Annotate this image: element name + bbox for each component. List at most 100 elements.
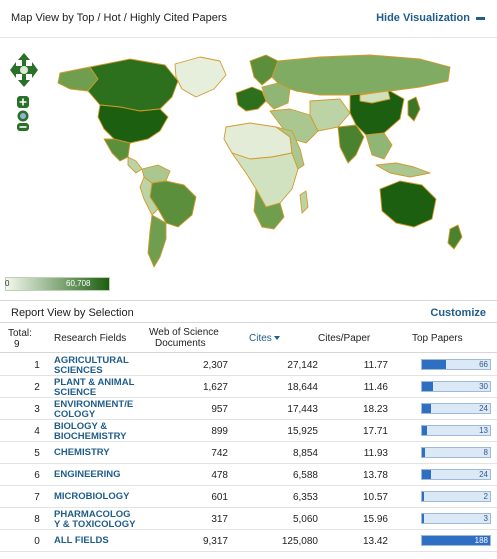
table-row: 4 BIOLOGY & BIOCHEMISTRY 899 15,925 17.71 13: [0, 420, 497, 442]
country-scandinavia: [249, 54, 279, 86]
table-row: 1 AGRICULTURAL SCIENCES 2,307 27,142 11.77 66: [0, 354, 497, 376]
top-papers-value[interactable]: 30: [479, 382, 488, 391]
table-row: 3 ENVIRONMENT/E COLOGY 957 17,443 18.23 24: [0, 398, 497, 420]
top-papers-bar-fill: [422, 404, 431, 413]
top-papers-bar-fill: [422, 514, 424, 523]
top-papers-bar[interactable]: 3: [421, 513, 491, 524]
cites-per-paper: 15.96: [362, 514, 388, 525]
top-papers-value[interactable]: 13: [479, 426, 488, 435]
research-field-line1[interactable]: ENGINEERING: [54, 470, 142, 480]
top-papers-bar[interactable]: 24: [421, 403, 491, 414]
research-field-link[interactable]: PHARMACOLOG Y & TOXICOLOGY: [54, 510, 142, 529]
country-mexico: [103, 138, 131, 162]
cites-per-paper: 11.93: [363, 448, 388, 459]
row-number: 0: [34, 536, 40, 547]
header-cites-sort[interactable]: Cites: [249, 333, 280, 344]
zoom-slider-handle[interactable]: [17, 110, 29, 122]
customize-link[interactable]: Customize: [430, 307, 486, 319]
top-papers-bar[interactable]: 66: [421, 359, 491, 370]
hide-visualization-link[interactable]: Hide Visualization: [376, 12, 485, 24]
top-papers-value[interactable]: 24: [479, 404, 488, 413]
research-field-line2[interactable]: COLOGY: [54, 409, 142, 420]
cites-count: 27,142: [287, 360, 318, 371]
research-field-line1[interactable]: CHEMISTRY: [54, 448, 142, 458]
row-number: 6: [34, 470, 40, 481]
research-field-link[interactable]: ALL FIELDS: [54, 536, 142, 546]
top-papers-bar[interactable]: 30: [421, 381, 491, 392]
documents-count: 899: [211, 426, 228, 437]
top-papers-bar-fill: [422, 382, 433, 391]
cites-count: 6,353: [292, 492, 318, 503]
documents-count: 957: [211, 404, 228, 415]
header-top-papers: Top Papers: [412, 333, 463, 344]
row-number: 3: [34, 404, 40, 415]
row-number: 7: [34, 492, 40, 503]
zoom-in-button[interactable]: [17, 96, 29, 108]
top-papers-bar[interactable]: 8: [421, 447, 491, 458]
row-number: 5: [34, 448, 40, 459]
world-map-svg[interactable]: [0, 39, 497, 300]
sort-down-icon[interactable]: [273, 336, 280, 341]
hide-visualization-label[interactable]: Hide Visualization: [376, 12, 470, 24]
cites-per-paper: 11.46: [363, 382, 388, 393]
header-cites-label[interactable]: Cites: [249, 333, 272, 344]
top-papers-value[interactable]: 24: [479, 470, 488, 479]
cites-per-paper: 10.57: [362, 492, 388, 503]
country-western-europe: [235, 86, 267, 112]
map-title: Map View by Top / Hot / Highly Cited Pap…: [11, 12, 228, 24]
color-legend: [5, 277, 110, 291]
top-papers-bar[interactable]: 188: [421, 535, 491, 546]
research-field-line2[interactable]: BIOCHEMISTRY: [54, 431, 142, 442]
research-field-line2[interactable]: SCIENCE: [54, 387, 142, 398]
research-field-link[interactable]: ENVIRONMENT/E COLOGY: [54, 400, 142, 419]
minus-icon[interactable]: [476, 16, 485, 20]
research-field-line1[interactable]: ALL FIELDS: [54, 536, 142, 546]
research-field-line2[interactable]: SCIENCES: [54, 365, 142, 376]
cites-count: 125,080: [281, 536, 318, 547]
research-field-link[interactable]: MICROBIOLOGY: [54, 492, 142, 502]
country-new-zealand: [447, 224, 463, 250]
map-header: Map View by Top / Hot / Highly Cited Pap…: [0, 0, 497, 38]
top-papers-bar[interactable]: 24: [421, 469, 491, 480]
country-argentina: [147, 214, 167, 268]
legend-max-value: 60,708: [66, 279, 91, 288]
top-papers-value[interactable]: 2: [484, 492, 488, 501]
cites-count: 8,854: [292, 448, 318, 459]
top-papers-bar[interactable]: 2: [421, 491, 491, 502]
top-papers-value[interactable]: 8: [484, 448, 488, 457]
top-papers-value[interactable]: 3: [484, 514, 488, 523]
world-map[interactable]: [0, 39, 497, 300]
header-docs-line2: Documents: [155, 338, 206, 349]
research-field-line2[interactable]: Y & TOXICOLOGY: [54, 519, 142, 530]
top-papers-bar-fill: [422, 492, 424, 501]
top-papers-value[interactable]: 66: [479, 360, 488, 369]
pan-control[interactable]: [10, 53, 38, 87]
documents-count: 317: [211, 514, 228, 525]
cites-per-paper: 13.42: [362, 536, 388, 547]
research-field-link[interactable]: AGRICULTURAL SCIENCES: [54, 356, 142, 375]
country-southeast-asia: [365, 132, 393, 160]
zoom-out-button[interactable]: [17, 123, 29, 131]
research-field-link[interactable]: BIOLOGY & BIOCHEMISTRY: [54, 422, 142, 441]
top-papers-bar[interactable]: 13: [421, 425, 491, 436]
research-field-link[interactable]: CHEMISTRY: [54, 448, 142, 458]
report-table: Total: 9 Research Fields Web of Science …: [0, 322, 497, 552]
top-papers-bar-fill: [422, 426, 427, 435]
top-papers-value[interactable]: 188: [475, 536, 488, 545]
research-field-line1[interactable]: MICROBIOLOGY: [54, 492, 142, 502]
documents-count: 601: [211, 492, 228, 503]
research-field-link[interactable]: ENGINEERING: [54, 470, 142, 480]
documents-count: 742: [211, 448, 228, 459]
cites-count: 5,060: [292, 514, 318, 525]
cites-count: 6,588: [292, 470, 318, 481]
country-indonesia: [375, 162, 431, 178]
documents-count: 9,317: [202, 536, 228, 547]
country-russia: [271, 54, 451, 96]
header-research-fields: Research Fields: [54, 333, 127, 344]
top-papers-bar-fill: [422, 470, 431, 479]
row-number: 1: [34, 360, 40, 371]
research-field-link[interactable]: PLANT & ANIMAL SCIENCE: [54, 378, 142, 397]
country-greenland: [174, 56, 227, 98]
table-row: 8 PHARMACOLOG Y & TOXICOLOGY 317 5,060 15.96 3: [0, 508, 497, 530]
cites-per-paper: 11.77: [363, 360, 388, 371]
